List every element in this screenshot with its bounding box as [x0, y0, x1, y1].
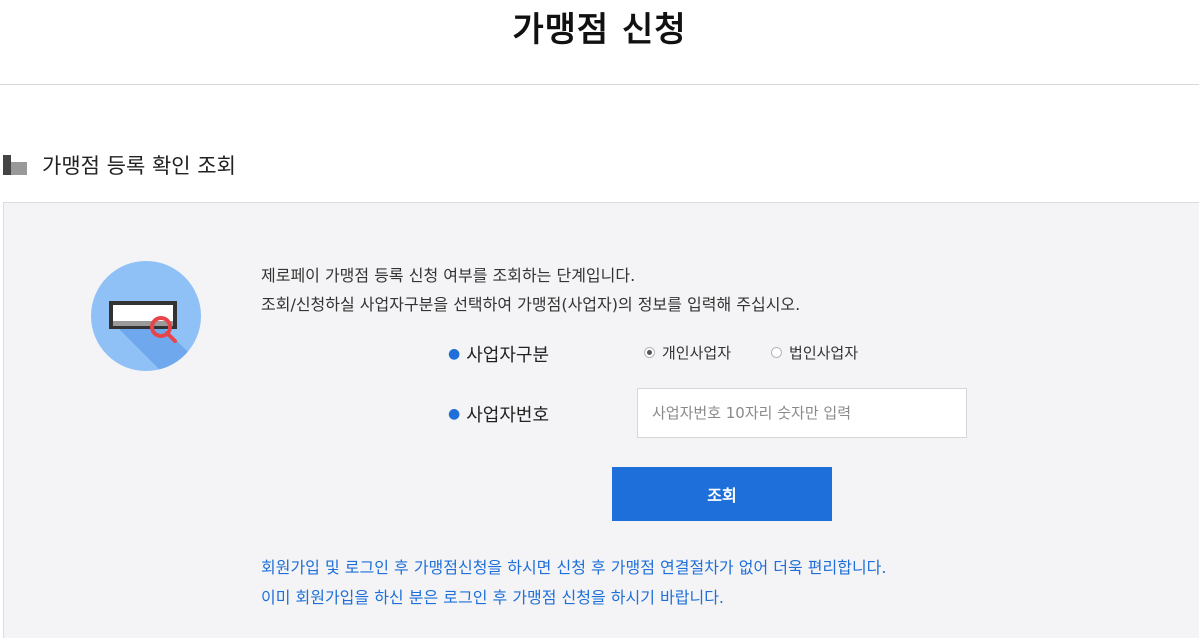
radio-selected-icon[interactable]: [644, 347, 655, 358]
radio-individual-business[interactable]: 개인사업자: [644, 342, 731, 363]
biz-number-row: ● 사업자번호: [448, 401, 549, 427]
biz-number-input[interactable]: [637, 388, 967, 438]
header-divider: [0, 84, 1199, 85]
notice-line: 이미 회원가입을 하신 분은 로그인 후 가맹점 신청을 하시기 바랍니다.: [261, 588, 725, 607]
radio-corporate-business[interactable]: 법인사업자: [771, 342, 858, 363]
description-line: 제로페이 가맹점 등록 신청 여부를 조회하는 단계입니다.: [261, 266, 636, 285]
bullet-icon: ●: [448, 346, 461, 362]
biz-type-radio-group: 개인사업자 법인사업자: [644, 342, 898, 363]
biz-number-label: ● 사업자번호: [448, 405, 550, 426]
search-button[interactable]: 조회: [612, 467, 832, 521]
search-card-icon: [91, 261, 201, 371]
bullet-icon: ●: [448, 406, 461, 422]
section-title: 가맹점 등록 확인 조회: [42, 154, 236, 178]
notice-line: 회원가입 및 로그인 후 가맹점신청을 하시면 신청 후 가맹점 연결절차가 없…: [261, 558, 887, 577]
section-header: 가맹점 등록 확인 조회: [3, 150, 236, 180]
page-title: 가맹점 신청: [512, 10, 687, 50]
biz-type-label: ● 사업자구분: [448, 345, 550, 366]
radio-unselected-icon[interactable]: [771, 347, 783, 358]
description: 제로페이 가맹점 등록 신청 여부를 조회하는 단계입니다. 조회/신청하실 사…: [261, 261, 800, 319]
biz-type-row: ● 사업자구분: [448, 341, 549, 367]
section-block-icon: [3, 155, 27, 175]
description-line: 조회/신청하실 사업자구분을 선택하여 가맹점(사업자)의 정보를 입력해 주십…: [261, 295, 801, 314]
notice: 회원가입 및 로그인 후 가맹점신청을 하시면 신청 후 가맹점 연결절차가 없…: [261, 553, 886, 613]
lookup-panel: 제로페이 가맹점 등록 신청 여부를 조회하는 단계입니다. 조회/신청하실 사…: [3, 202, 1199, 638]
